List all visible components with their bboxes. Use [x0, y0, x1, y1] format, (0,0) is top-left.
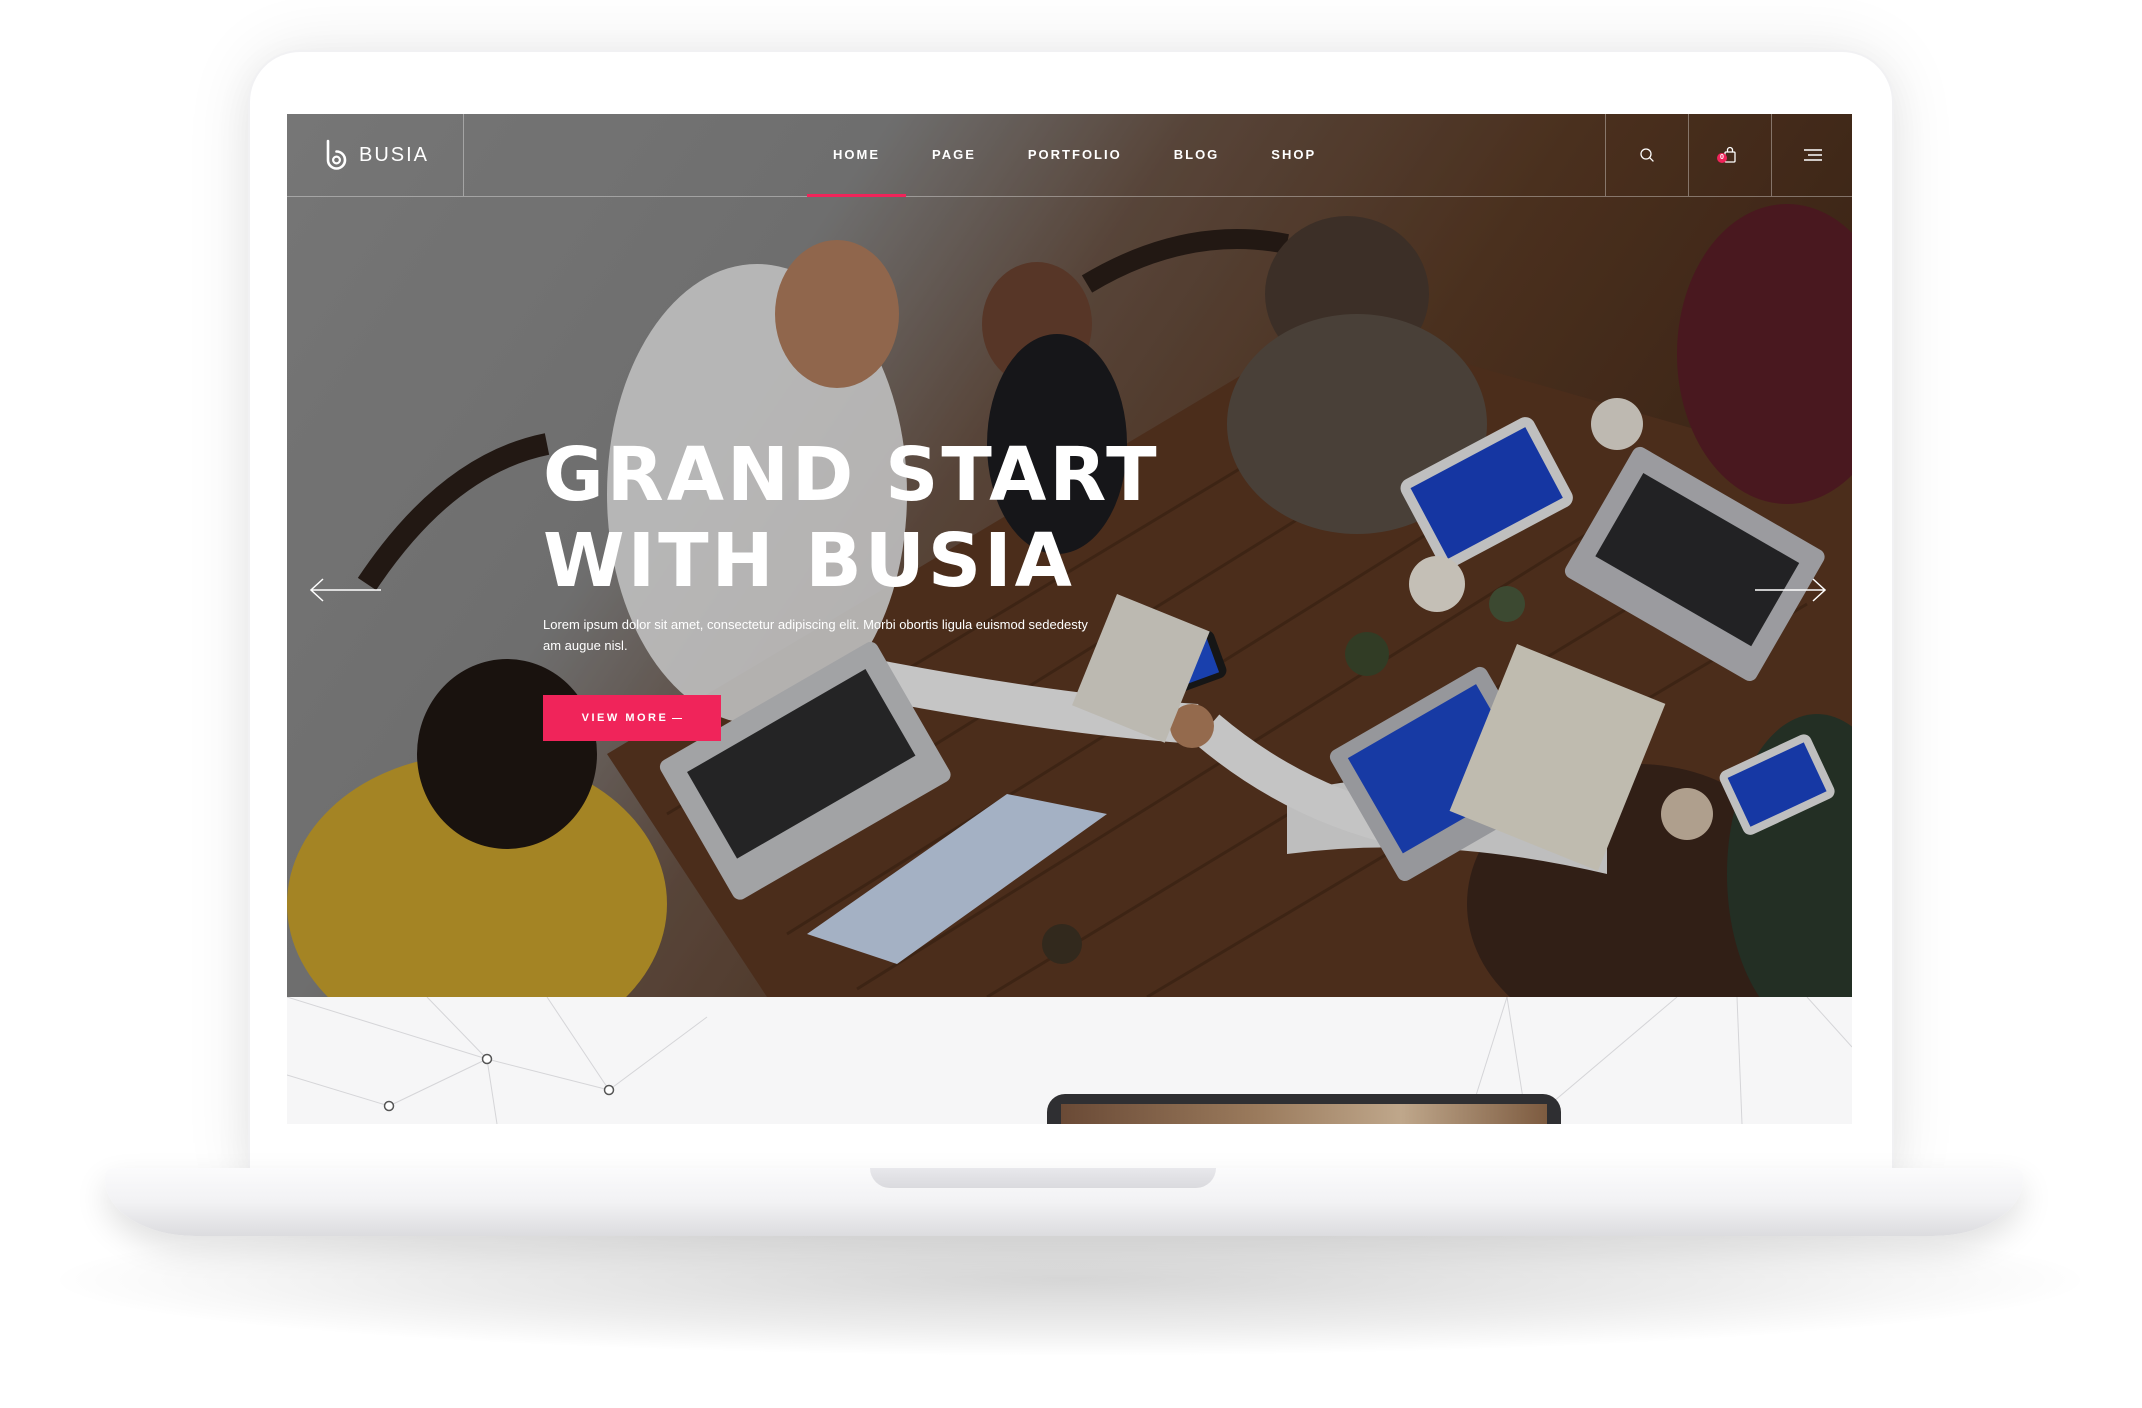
- cta-dash: [672, 717, 683, 719]
- hamburger-menu-icon: [1804, 149, 1822, 161]
- laptop-notch: [870, 1168, 1216, 1188]
- search-icon: [1640, 148, 1654, 162]
- brand-name: BUSIA: [358, 143, 430, 166]
- nav-item-page[interactable]: PAGE: [906, 114, 1002, 196]
- main-nav: HOME PAGE PORTFOLIO BLOG SHOP: [807, 114, 1342, 197]
- nav-item-portfolio[interactable]: PORTFOLIO: [1002, 114, 1148, 196]
- nav-item-shop[interactable]: SHOP: [1245, 114, 1342, 196]
- hero-title: GRAND START WITH BUSIA: [543, 432, 1160, 604]
- menu-button[interactable]: [1771, 114, 1852, 196]
- brand-logo[interactable]: BUSIA: [287, 114, 464, 196]
- cart-button[interactable]: 0: [1688, 114, 1771, 196]
- hero-title-line-1: GRAND START: [543, 432, 1160, 518]
- tablet-device-preview: [1047, 1094, 1561, 1124]
- logo-icon: [326, 139, 347, 170]
- arrow-right-icon[interactable]: [1753, 576, 1827, 604]
- tablet-screen: [1061, 1104, 1547, 1124]
- arrow-left-icon[interactable]: [309, 576, 383, 604]
- nav-item-home[interactable]: HOME: [807, 114, 906, 197]
- hero-title-line-2: WITH BUSIA: [543, 518, 1075, 604]
- view-more-button[interactable]: VIEW MORE: [543, 695, 721, 741]
- next-section-preview: [287, 997, 1852, 1124]
- hero-description: Lorem ipsum dolor sit amet, consectetur …: [543, 617, 1088, 653]
- cart-count-badge: 0: [1717, 153, 1727, 163]
- search-button[interactable]: [1605, 114, 1688, 196]
- hero-section: BUSIA HOME PAGE PORTFOLIO BLOG SHOP 0 GR…: [287, 114, 1852, 997]
- site-header: BUSIA HOME PAGE PORTFOLIO BLOG SHOP 0: [287, 114, 1852, 197]
- view-more-label: VIEW MORE: [581, 712, 669, 724]
- laptop-screen: BUSIA HOME PAGE PORTFOLIO BLOG SHOP 0 GR…: [287, 114, 1852, 1124]
- nav-item-blog[interactable]: BLOG: [1148, 114, 1246, 196]
